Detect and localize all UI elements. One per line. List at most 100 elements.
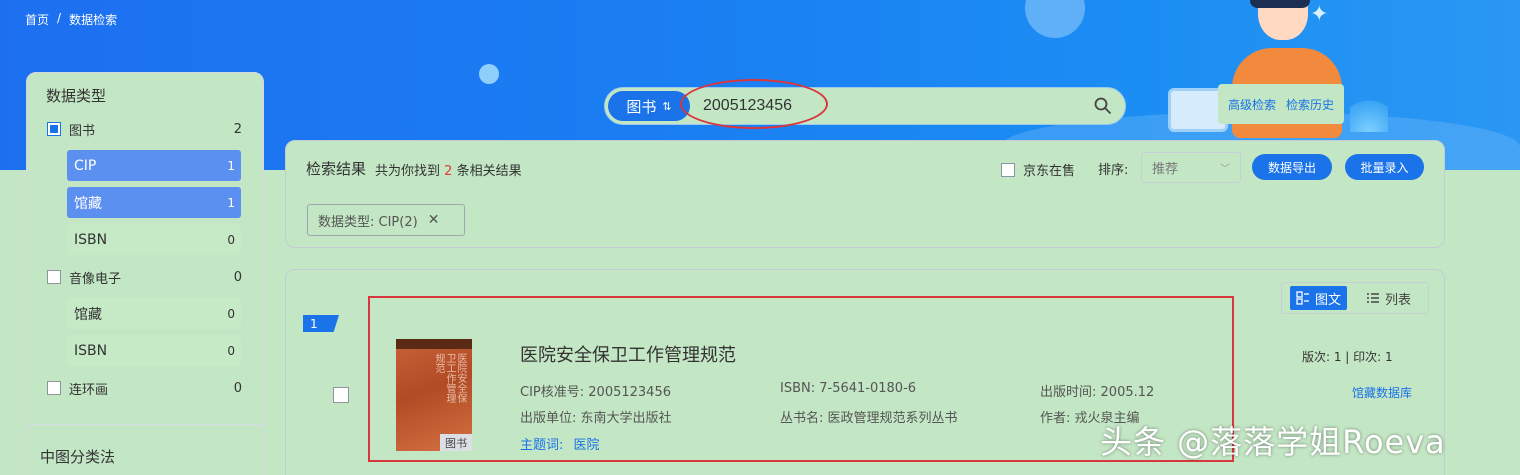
sub-item-cip[interactable]: CIP 1 — [67, 150, 241, 181]
meta-key: 丛书名: — [780, 411, 824, 426]
category-checkbox[interactable] — [47, 270, 61, 284]
result-select-checkbox[interactable] — [333, 387, 349, 403]
sub-item-holdings[interactable]: 馆藏 1 — [67, 187, 241, 218]
sub-item-count: 0 — [227, 343, 235, 358]
chevron-down-icon: ﹀ — [1220, 164, 1230, 175]
holdings-database-link[interactable]: 馆藏数据库 — [1352, 384, 1412, 401]
sort-select[interactable]: 推荐 ﹀ — [1141, 152, 1241, 183]
edition-info: 版次: 1 | 印次: 1 — [1302, 350, 1393, 364]
sub-item-holdings[interactable]: 馆藏 0 — [67, 298, 241, 329]
view-graphic-button[interactable]: 图文 — [1290, 286, 1348, 310]
close-icon[interactable]: ✕ — [428, 212, 440, 228]
advanced-search-link[interactable]: 高级检索 — [1228, 96, 1276, 113]
breadcrumb-separator: / — [57, 11, 62, 25]
meta-key: 作者: — [1040, 411, 1071, 426]
divider — [27, 424, 263, 425]
book-cover-image[interactable]: 医院安全保卫工作管理规范 图书 — [396, 339, 472, 451]
cover-title-text: 医院安全保卫工作管理规范 — [433, 353, 466, 403]
watermark: 头条 @落落学姐Roeva — [1100, 423, 1446, 461]
search-bar: 图书 ⇅ — [604, 87, 1126, 125]
view-list-button[interactable]: 列表 — [1360, 286, 1417, 310]
sparkle-icon: ✦ — [1310, 2, 1329, 27]
search-icon[interactable] — [1093, 96, 1113, 116]
plant-illustration-icon — [1350, 92, 1388, 132]
batch-entry-button[interactable]: 批量录入 — [1345, 154, 1424, 180]
meta-cip: CIP核准号: 2005123456 — [520, 381, 671, 400]
sub-item-isbn[interactable]: ISBN 0 — [67, 224, 241, 255]
meta-key: 出版时间: — [1040, 385, 1097, 400]
category-label: 音像电子 — [69, 271, 122, 287]
category-books[interactable]: 图书 2 — [47, 118, 242, 140]
meta-value: 东南大学出版社 — [580, 411, 672, 426]
search-type-label: 图书 — [626, 97, 657, 116]
results-title: 检索结果 — [306, 160, 367, 178]
sub-item-count: 0 — [227, 232, 235, 247]
sidebar-title: 数据类型 — [46, 87, 107, 105]
meta-key: ISBN: — [780, 381, 816, 396]
meta-key: 主题词: — [520, 438, 564, 453]
category-count: 0 — [233, 269, 242, 285]
category-checkbox[interactable] — [47, 122, 61, 136]
results-summary: 共为你找到 2 条相关结果 — [375, 160, 522, 179]
meta-value: 医政管理规范系列丛书 — [827, 411, 958, 426]
swap-icon: ⇅ — [662, 99, 672, 113]
meta-value: 2005123456 — [588, 385, 671, 400]
results-header-panel: 检索结果 共为你找到 2 条相关结果 京东在售 排序: 推荐 ﹀ 数据导出 批量… — [285, 140, 1445, 248]
search-type-selector[interactable]: 图书 ⇅ — [608, 91, 690, 121]
search-input[interactable] — [703, 92, 1083, 120]
sub-item-count: 0 — [227, 306, 235, 321]
meta-value: 7-5641-0180-6 — [819, 381, 917, 396]
meta-publisher: 出版单位: 东南大学出版社 — [520, 407, 672, 426]
quick-links: 高级检索 检索历史 — [1218, 84, 1344, 124]
filter-tag-label: 数据类型: CIP(2) — [318, 214, 418, 230]
view-toggle: 图文 列表 — [1281, 282, 1429, 314]
sub-item-count: 1 — [227, 158, 235, 173]
sub-item-label: 馆藏 — [74, 306, 102, 323]
subject-link[interactable]: 医院 — [574, 438, 600, 453]
jd-checkbox[interactable] — [1001, 162, 1015, 177]
category-count: 2 — [233, 121, 242, 137]
breadcrumb: 首页 / 数据检索 — [25, 11, 117, 28]
decor-circle-small — [479, 64, 499, 84]
summary-prefix: 共为你找到 — [375, 164, 441, 179]
active-filter-tag: 数据类型: CIP(2) ✕ — [307, 204, 465, 236]
list-view-icon — [1367, 293, 1379, 303]
sub-item-isbn[interactable]: ISBN 0 — [67, 335, 241, 366]
category-label: 图书 — [69, 123, 96, 139]
sort-label: 排序: — [1098, 163, 1129, 178]
person-hair-icon — [1250, 0, 1310, 8]
category-av-electronic[interactable]: 音像电子 0 — [47, 266, 242, 288]
summary-count: 2 — [444, 164, 453, 179]
sub-item-label: 馆藏 — [74, 195, 102, 212]
meta-series: 丛书名: 医政管理规范系列丛书 — [780, 407, 958, 426]
category-count: 0 — [233, 380, 242, 396]
meta-key: CIP核准号: — [520, 385, 585, 400]
jd-on-sale-filter[interactable]: 京东在售 — [1001, 160, 1075, 179]
sub-item-label: ISBN — [74, 342, 108, 359]
decor-circle — [1025, 0, 1085, 38]
grid-view-icon — [1296, 291, 1309, 305]
view-graphic-label: 图文 — [1315, 292, 1342, 308]
sidebar-filter: 数据类型 图书 2 CIP 1 馆藏 1 ISBN 0 音像电子 0 馆藏 0 … — [26, 72, 264, 475]
result-index-badge: 1 — [303, 315, 339, 332]
search-history-link[interactable]: 检索历史 — [1286, 96, 1334, 113]
meta-pub-date: 出版时间: 2005.12 — [1040, 381, 1154, 400]
breadcrumb-current: 数据检索 — [69, 13, 118, 27]
category-checkbox[interactable] — [47, 381, 61, 395]
view-list-label: 列表 — [1385, 292, 1412, 308]
summary-suffix: 条相关结果 — [456, 164, 522, 179]
sort-value: 推荐 — [1152, 162, 1179, 177]
category-label: 连环画 — [69, 382, 109, 398]
sub-item-label: CIP — [74, 157, 97, 174]
export-button[interactable]: 数据导出 — [1252, 154, 1332, 180]
sub-item-count: 1 — [227, 195, 235, 210]
cover-type-badge: 图书 — [440, 434, 472, 451]
category-comics[interactable]: 连环画 0 — [47, 377, 242, 399]
sub-item-label: ISBN — [74, 231, 108, 248]
classification-section-title[interactable]: 中图分类法 — [40, 446, 115, 467]
meta-value: 2005.12 — [1100, 385, 1155, 400]
meta-subject: 主题词: 医院 — [520, 434, 600, 453]
breadcrumb-home[interactable]: 首页 — [25, 11, 49, 28]
book-title[interactable]: 医院安全保卫工作管理规范 — [520, 341, 736, 367]
jd-label: 京东在售 — [1023, 164, 1076, 179]
